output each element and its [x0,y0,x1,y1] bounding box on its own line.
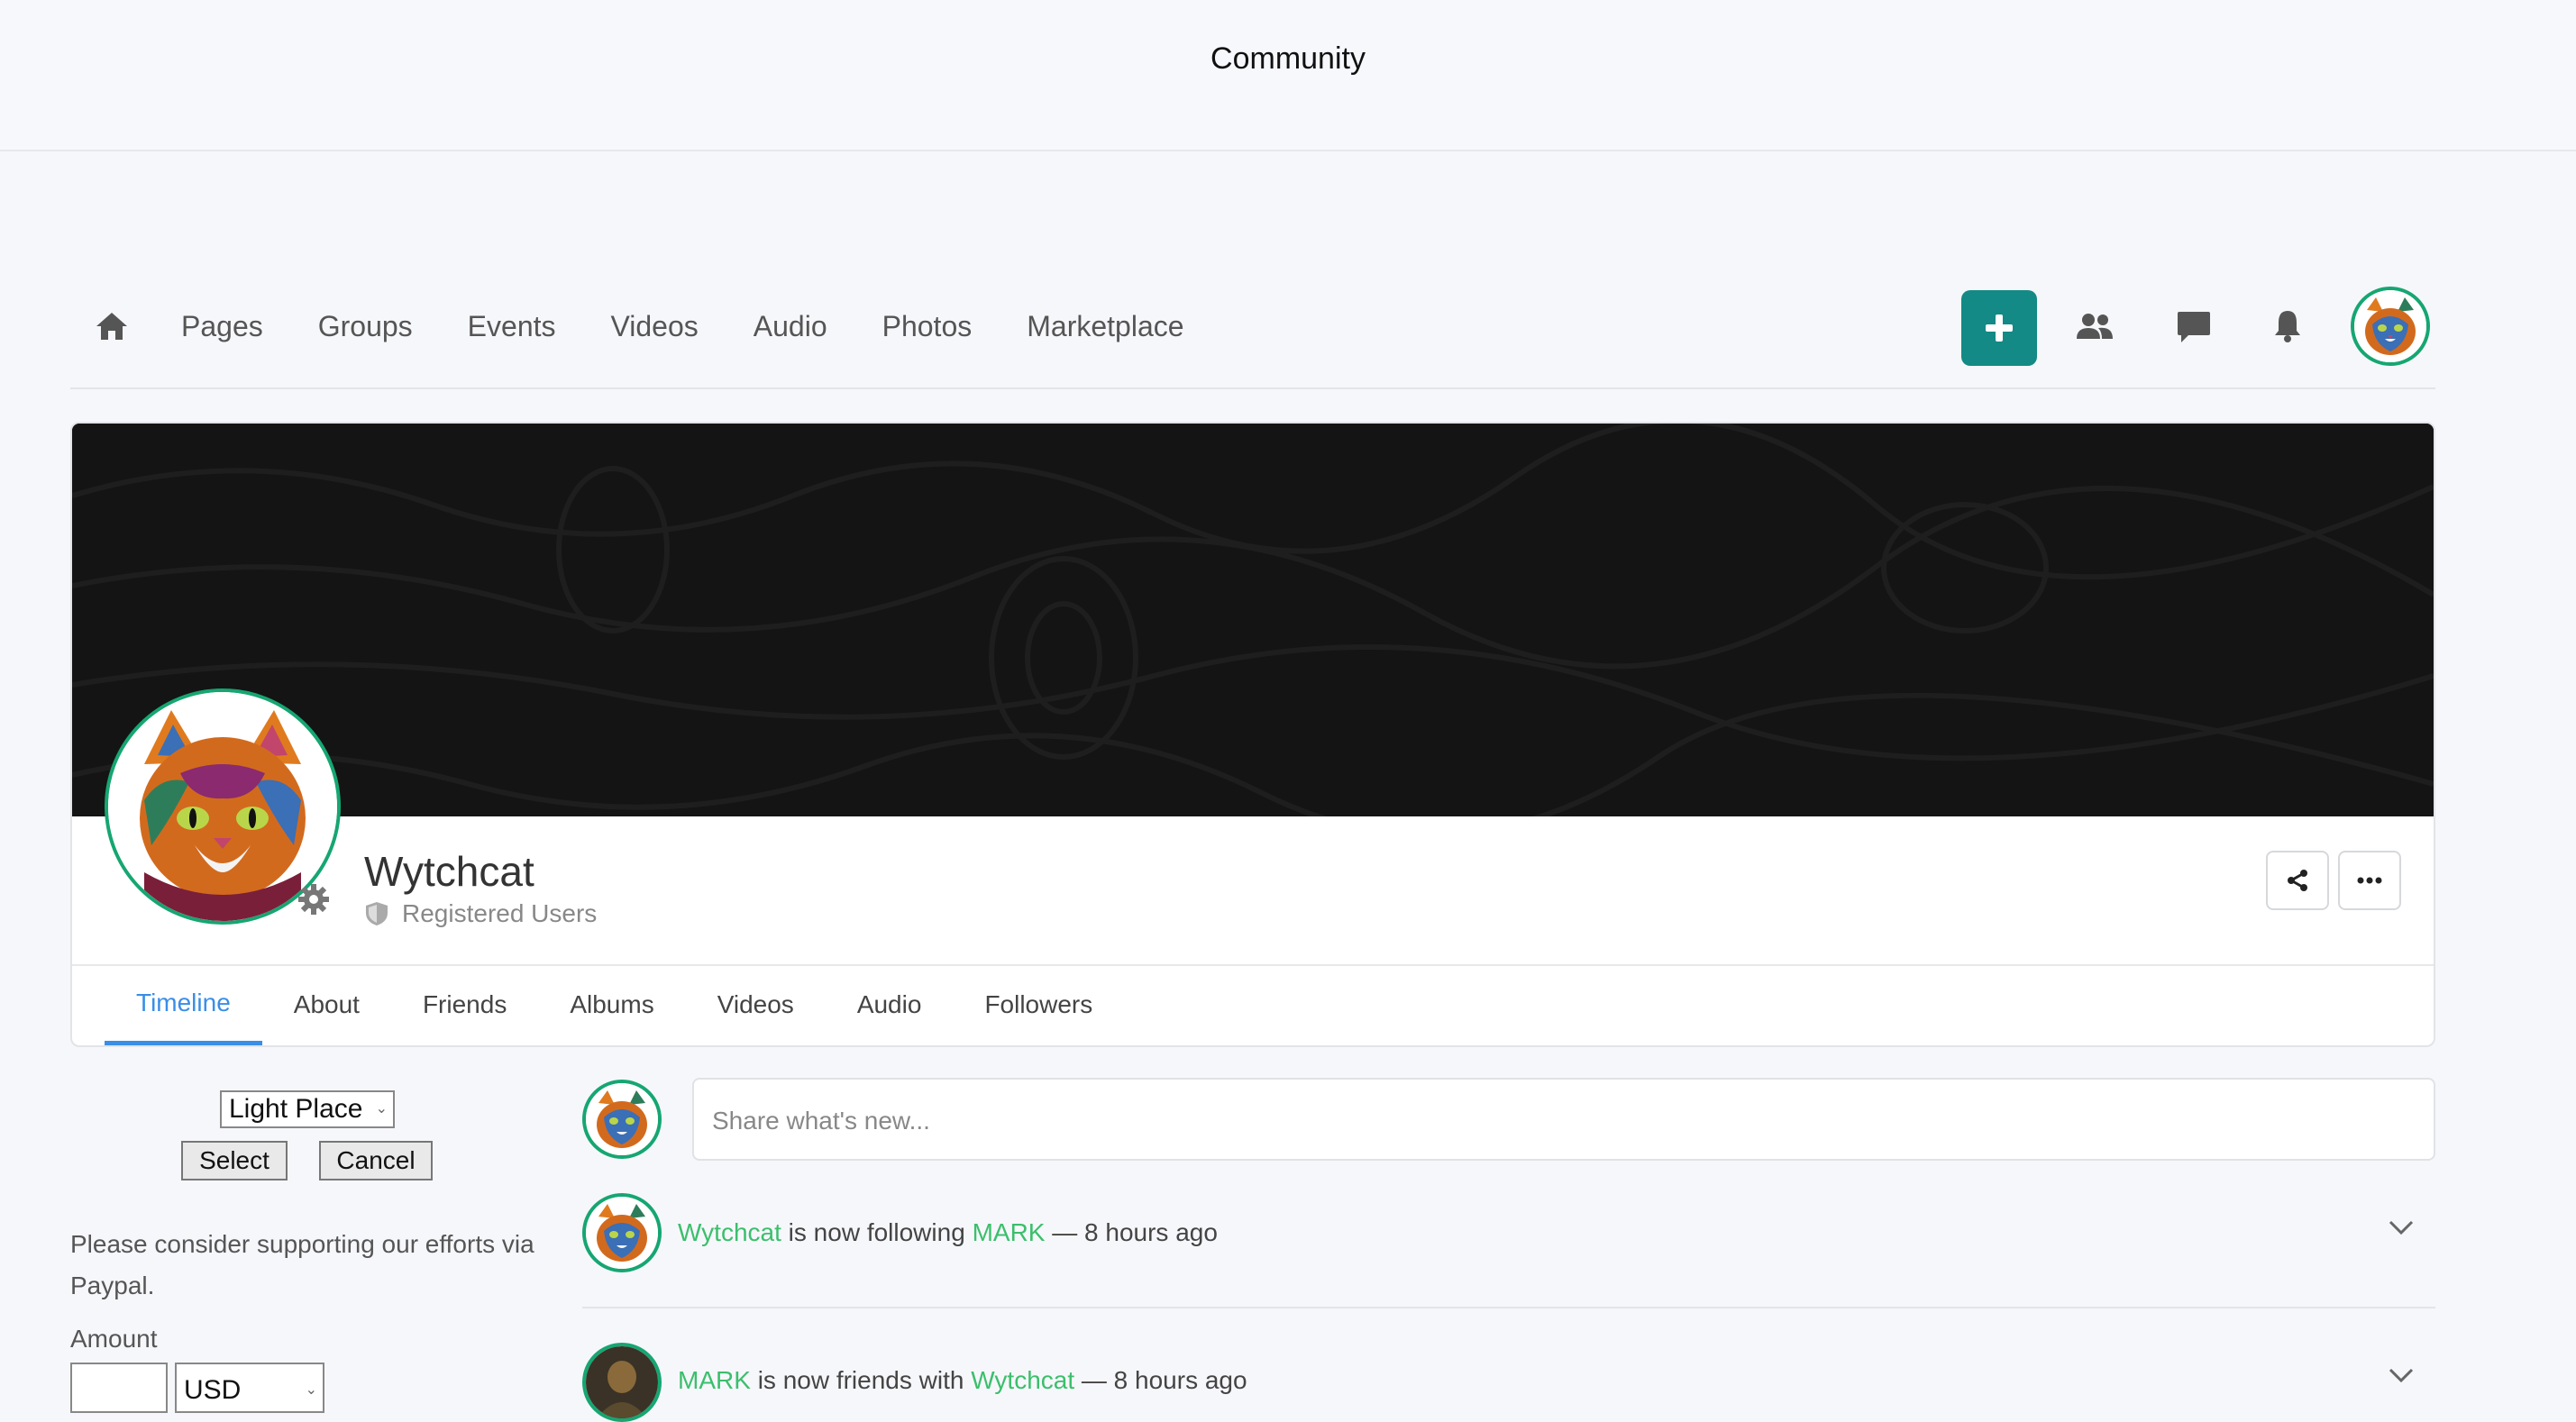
gear-icon[interactable] [296,881,332,917]
theme-select[interactable]: Light Place ⌄ [220,1090,395,1128]
main-nav: Pages Groups Events Videos Audio Photos … [70,279,2435,389]
cat-avatar-icon [2354,290,2426,362]
share-button[interactable] [2266,851,2329,910]
currency-select[interactable]: USD ⌄ [175,1363,324,1413]
theme-select-value: Light Place [229,1094,363,1124]
activity-actor-link[interactable]: MARK [678,1366,751,1394]
cat-avatar-icon [586,1083,658,1155]
user-photo-icon [586,1346,658,1418]
plus-icon [1986,314,2013,342]
create-button[interactable] [1961,290,2037,366]
tab-friends[interactable]: Friends [391,964,538,1045]
shield-icon [366,902,388,925]
nav-link-videos[interactable]: Videos [611,310,699,343]
share-icon [2288,870,2307,891]
nav-link-audio[interactable]: Audio [754,310,827,343]
home-icon[interactable] [94,308,130,344]
nav-link-photos[interactable]: Photos [882,310,973,343]
top-bar: Community [0,0,2576,151]
profile-tabs: Timeline About Friends Albums Videos Aud… [105,964,1124,1045]
site-title: Community [1210,41,1366,76]
activity-item: MARK is now friends with Wytchcat — 8 ho… [678,1366,1247,1395]
nav-link-marketplace[interactable]: Marketplace [1027,310,1183,343]
tab-about[interactable]: About [262,964,391,1045]
activity-time: — 8 hours ago [1052,1218,1218,1246]
support-text: Please consider supporting our efforts v… [70,1230,534,1299]
chevron-down-icon: ⌄ [305,1382,317,1398]
chevron-down-icon[interactable] [2385,1359,2417,1391]
friends-icon[interactable] [2075,306,2115,346]
cover-pattern [72,424,2434,816]
profile-card: Wytchcat Registered Users Timeline About… [70,422,2435,1047]
tab-videos[interactable]: Videos [686,964,826,1045]
select-button[interactable]: Select [181,1141,288,1180]
currency-value: USD [184,1375,242,1405]
tab-followers[interactable]: Followers [953,964,1124,1045]
tab-albums[interactable]: Albums [538,964,685,1045]
nav-link-events[interactable]: Events [468,310,556,343]
profile-name: Wytchcat [364,848,534,895]
activity-actor-link[interactable]: Wytchcat [678,1218,781,1246]
nav-link-groups[interactable]: Groups [318,310,413,343]
messages-icon[interactable] [2174,306,2214,346]
role-label: Registered Users [402,899,598,927]
tab-timeline[interactable]: Timeline [105,964,262,1045]
activity-time: — 8 hours ago [1081,1366,1247,1394]
user-avatar[interactable] [2351,287,2430,366]
feed-divider [582,1307,2435,1308]
profile-role: Registered Users [364,899,597,928]
nav-links: Pages Groups Events Videos Audio Photos … [181,310,1239,343]
cat-avatar-icon [586,1197,658,1269]
more-icon [2357,877,2382,884]
composer-avatar[interactable] [582,1080,662,1159]
activity-avatar[interactable] [582,1193,662,1272]
more-options-button[interactable] [2338,851,2401,910]
amount-input[interactable] [70,1363,168,1413]
nav-link-pages[interactable]: Pages [181,310,263,343]
activity-avatar[interactable] [582,1343,662,1422]
cover-photo [72,424,2434,816]
activity-verb: is now friends with [757,1366,964,1394]
chevron-down-icon[interactable] [2385,1211,2417,1244]
activity-item: Wytchcat is now following MARK — 8 hours… [678,1218,1218,1247]
activity-target-link[interactable]: Wytchcat [971,1366,1074,1394]
tab-audio[interactable]: Audio [826,964,954,1045]
bell-icon[interactable] [2268,306,2307,346]
cancel-button[interactable]: Cancel [319,1141,433,1180]
activity-target-link[interactable]: MARK [973,1218,1046,1246]
activity-verb: is now following [788,1218,965,1246]
chevron-down-icon: ⌄ [375,1101,388,1117]
share-input[interactable]: Share what's new... [692,1078,2435,1161]
amount-label: Amount [70,1325,158,1353]
